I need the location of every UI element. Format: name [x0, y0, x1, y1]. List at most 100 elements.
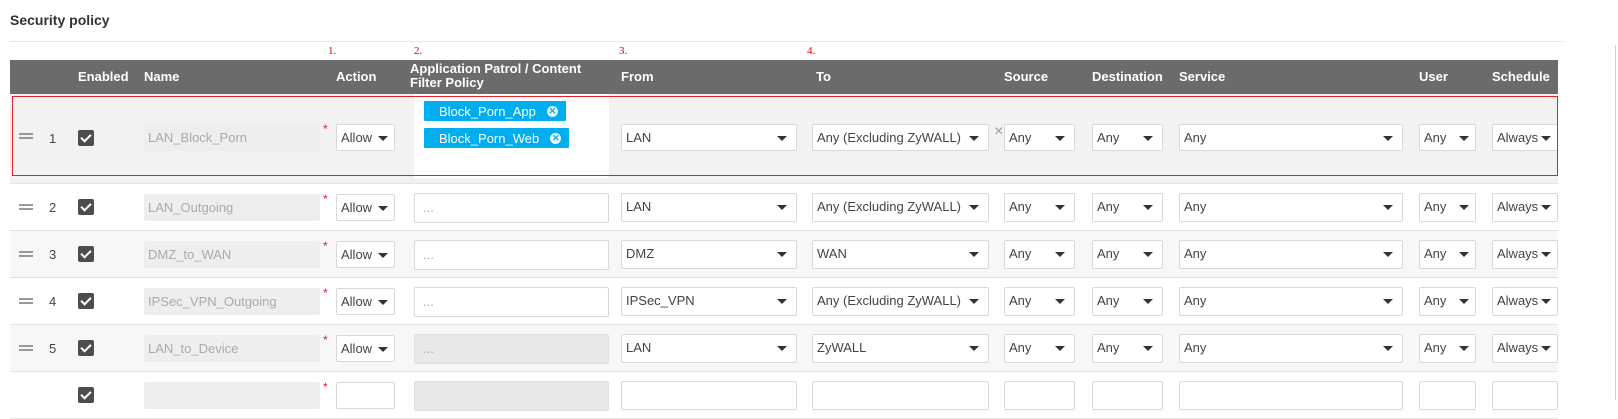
caret-down-icon	[1143, 346, 1153, 351]
user-select[interactable]	[1419, 381, 1476, 410]
col-service[interactable]: Service	[1179, 60, 1225, 94]
drag-handle-icon[interactable]	[19, 298, 33, 304]
enabled-checkbox[interactable]	[78, 293, 94, 309]
drag-handle-icon[interactable]	[19, 204, 33, 210]
to-select[interactable]: Any (Excluding ZyWALL)	[812, 287, 989, 316]
user-select[interactable]: Any	[1419, 334, 1476, 363]
drag-handle-icon[interactable]	[19, 345, 33, 351]
destination-select[interactable]: Any	[1092, 193, 1163, 222]
name-field[interactable]: LAN_Outgoing	[144, 194, 320, 221]
tag-remove-icon[interactable]: ✕	[550, 133, 562, 144]
col-name[interactable]: Name	[144, 60, 179, 94]
destination-select[interactable]	[1092, 381, 1163, 410]
from-select[interactable]	[621, 381, 797, 410]
col-destination[interactable]: Destination	[1092, 60, 1163, 94]
required-mark: *	[323, 333, 328, 347]
user-select[interactable]: Any	[1419, 287, 1476, 316]
security-policy-table: Enabled Name Action Application Patrol /…	[10, 60, 1558, 419]
service-select[interactable]: Any	[1179, 287, 1403, 316]
schedule-select[interactable]: Always	[1492, 287, 1558, 316]
policy-input[interactable]: ...	[414, 287, 609, 317]
col-schedule[interactable]: Schedule	[1492, 60, 1550, 94]
action-select[interactable]: Allow	[336, 124, 395, 151]
source-select[interactable]: Any	[1004, 193, 1075, 222]
title-divider	[10, 41, 1563, 42]
caret-down-icon	[1459, 346, 1469, 351]
enabled-checkbox[interactable]	[78, 130, 94, 146]
clear-icon[interactable]: ×	[994, 123, 1003, 141]
source-select[interactable]: Any	[1004, 334, 1075, 363]
service-select[interactable]: Any	[1179, 334, 1403, 363]
caret-down-icon	[1383, 299, 1393, 304]
table-row[interactable]: 3 DMZ_to_WAN * Allow ... DMZ WAN Any Any…	[10, 231, 1558, 278]
col-action[interactable]: Action	[336, 60, 376, 94]
col-to[interactable]: To	[816, 60, 831, 94]
schedule-select[interactable]: Always	[1492, 193, 1558, 222]
schedule-select[interactable]	[1492, 381, 1558, 410]
destination-select[interactable]: Any	[1092, 124, 1163, 151]
to-select[interactable]	[812, 381, 989, 410]
from-select[interactable]: IPSec_VPN	[621, 287, 797, 316]
action-select[interactable]: Allow	[336, 288, 395, 315]
drag-handle-icon[interactable]	[19, 133, 33, 139]
col-policy[interactable]: Application Patrol / Content Filter Poli…	[410, 60, 615, 94]
table-row[interactable]: 5 LAN_to_Device * Allow ... LAN ZyWALL A…	[10, 325, 1558, 372]
destination-select[interactable]: Any	[1092, 334, 1163, 363]
user-select[interactable]: Any	[1419, 240, 1476, 269]
table-row[interactable]: *	[10, 372, 1558, 419]
name-field[interactable]: LAN_Block_Porn	[144, 124, 320, 151]
tag-remove-icon[interactable]: ✕	[546, 106, 558, 117]
service-select[interactable]: Any	[1179, 124, 1403, 151]
action-select[interactable]: Allow	[336, 194, 395, 221]
col-from[interactable]: From	[621, 60, 654, 94]
action-select[interactable]: Allow	[336, 241, 395, 268]
user-select[interactable]: Any	[1419, 193, 1476, 222]
user-select[interactable]: Any	[1419, 124, 1476, 151]
policy-input[interactable]: ...	[414, 240, 609, 270]
enabled-checkbox[interactable]	[78, 199, 94, 215]
vertical-scrollbar[interactable]	[1615, 45, 1616, 400]
to-select[interactable]: Any (Excluding ZyWALL)	[812, 124, 989, 151]
drag-handle-icon[interactable]	[19, 251, 33, 257]
action-select[interactable]	[336, 382, 395, 409]
enabled-checkbox[interactable]	[78, 387, 94, 403]
source-select[interactable]: Any	[1004, 240, 1075, 269]
schedule-select[interactable]: Always	[1492, 334, 1558, 363]
table-row[interactable]: 4 IPSec_VPN_Outgoing * Allow ... IPSec_V…	[10, 278, 1558, 325]
enabled-checkbox[interactable]	[78, 246, 94, 262]
name-field[interactable]: DMZ_to_WAN	[144, 241, 320, 268]
col-source[interactable]: Source	[1004, 60, 1048, 94]
from-select[interactable]: LAN	[621, 193, 797, 222]
row-number: 5	[49, 341, 57, 356]
col-user[interactable]: User	[1419, 60, 1448, 94]
schedule-select[interactable]: Always	[1492, 124, 1558, 151]
schedule-select[interactable]: Always	[1492, 240, 1558, 269]
from-select[interactable]: DMZ	[621, 240, 797, 269]
destination-select[interactable]: Any	[1092, 240, 1163, 269]
to-select[interactable]: WAN	[812, 240, 989, 269]
enabled-checkbox[interactable]	[78, 340, 94, 356]
service-select[interactable]: Any	[1179, 193, 1403, 222]
from-select[interactable]: LAN	[621, 334, 797, 363]
action-select[interactable]: Allow	[336, 335, 395, 362]
caret-down-icon	[1541, 205, 1551, 210]
to-select[interactable]: Any (Excluding ZyWALL)	[812, 193, 989, 222]
policy-tag-field[interactable]: Block_Porn_App ✕ Block_Porn_Web ✕ ×	[414, 94, 1003, 178]
from-select[interactable]: LAN	[621, 124, 797, 151]
destination-select[interactable]: Any	[1092, 287, 1163, 316]
caret-down-icon	[1143, 136, 1153, 141]
service-select[interactable]	[1179, 381, 1403, 410]
source-select[interactable]	[1004, 381, 1075, 410]
table-row[interactable]: 2 LAN_Outgoing * Allow ... LAN Any (Excl…	[10, 184, 1558, 231]
to-select[interactable]: ZyWALL	[812, 334, 989, 363]
col-enabled[interactable]: Enabled	[78, 60, 129, 94]
name-field[interactable]: IPSec_VPN_Outgoing	[144, 288, 320, 315]
caret-down-icon	[378, 300, 388, 305]
name-field[interactable]	[144, 382, 320, 409]
policy-input[interactable]: ...	[414, 193, 609, 223]
source-select[interactable]: Any	[1004, 124, 1075, 151]
name-field[interactable]: LAN_to_Device	[144, 335, 320, 362]
source-select[interactable]: Any	[1004, 287, 1075, 316]
table-row[interactable]: 1 LAN_Block_Porn * Allow Block_Porn_App ✕…	[10, 94, 1558, 184]
service-select[interactable]: Any	[1179, 240, 1403, 269]
